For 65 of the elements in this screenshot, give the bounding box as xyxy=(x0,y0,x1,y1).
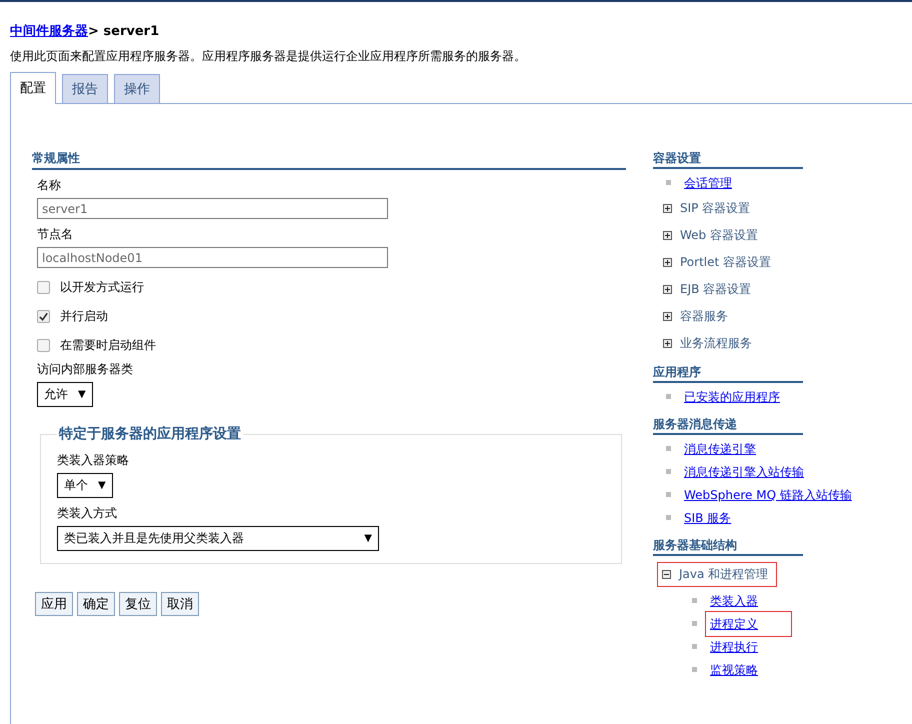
dropdown[interactable]: 类已装入并且是先使用父类装入器 ▼ xyxy=(57,526,379,551)
collapse-icon[interactable] xyxy=(662,570,671,579)
field-label: 访问内部服务器类 xyxy=(37,361,133,378)
expand-icon[interactable] xyxy=(663,204,672,213)
input-field[interactable]: localhostNode01 xyxy=(37,247,388,268)
field-label: 名称 xyxy=(37,177,61,194)
tab[interactable]: 操作 xyxy=(114,74,160,103)
tree-node[interactable]: 业务流程服务 xyxy=(657,333,758,354)
checkbox-label: 并行启动 xyxy=(60,308,108,325)
expand-icon[interactable] xyxy=(663,339,672,348)
form-button[interactable]: 应用 xyxy=(35,592,73,616)
tree-node[interactable]: SIP 容器设置 xyxy=(657,198,756,219)
tab[interactable]: 配置 xyxy=(10,72,56,104)
checkbox[interactable] xyxy=(37,310,50,323)
input-field[interactable]: server1 xyxy=(37,198,388,219)
tree-node[interactable]: Java 和进程管理 xyxy=(657,562,778,587)
bullet-icon xyxy=(666,394,671,400)
tree-node[interactable]: Web 容器设置 xyxy=(657,225,764,246)
checkbox-label: 以开发方式运行 xyxy=(60,279,144,296)
page-description: 使用此页面来配置应用程序服务器。应用程序服务器是提供运行企业应用程序所需服务的服务器。 xyxy=(10,48,527,65)
checkbox[interactable] xyxy=(37,281,50,294)
field-label: 类装入方式 xyxy=(57,505,117,522)
sidebar-heading: 服务器消息传递 xyxy=(653,416,803,435)
sidebar-link[interactable]: 已安装的应用程序 xyxy=(683,388,781,406)
sidebar-heading: 应用程序 xyxy=(653,364,803,383)
checkbox[interactable] xyxy=(37,339,50,352)
bullet-icon xyxy=(666,492,671,498)
group-title: 特定于服务器的应用程序设置 xyxy=(58,425,242,443)
expand-icon[interactable] xyxy=(663,231,672,240)
expand-icon[interactable] xyxy=(663,312,672,321)
sidebar-link[interactable]: WebSphere MQ 链路入站传输 xyxy=(683,486,853,504)
sidebar-heading: 容器设置 xyxy=(653,150,803,169)
breadcrumb-current: > server1 xyxy=(88,24,160,39)
tree-node[interactable]: 容器服务 xyxy=(657,306,734,327)
bullet-icon xyxy=(692,667,697,672)
sidebar-link[interactable]: SIB 服务 xyxy=(683,509,732,527)
form-button[interactable]: 确定 xyxy=(77,592,115,616)
sidebar-link[interactable]: 消息传递引擎 xyxy=(683,440,757,458)
form-button[interactable]: 取消 xyxy=(161,592,199,616)
field-label: 类装入器策略 xyxy=(57,452,129,469)
bullet-icon xyxy=(666,469,671,474)
tab[interactable]: 报告 xyxy=(62,74,108,103)
sidebar-link[interactable]: 会话管理 xyxy=(683,174,733,192)
bullet-icon xyxy=(666,446,671,452)
form-button[interactable]: 复位 xyxy=(119,592,157,616)
sidebar-link[interactable]: 进程执行 xyxy=(709,638,759,656)
section-title: 常规属性 xyxy=(32,150,626,170)
dropdown[interactable]: 允许 ▼ xyxy=(37,382,93,407)
bullet-icon xyxy=(692,644,697,650)
sidebar-link[interactable]: 监视策略 xyxy=(709,661,759,679)
tree-node[interactable]: EJB 容器设置 xyxy=(657,279,758,300)
checkbox-label: 在需要时启动组件 xyxy=(60,337,156,354)
tree-node[interactable]: Portlet 容器设置 xyxy=(657,252,778,273)
bullet-icon xyxy=(666,180,671,186)
expand-icon[interactable] xyxy=(663,285,672,294)
bullet-icon xyxy=(666,515,671,520)
sidebar-link[interactable]: 类装入器 xyxy=(709,592,759,610)
breadcrumb-link[interactable]: 中间件服务器 xyxy=(10,24,88,39)
expand-icon[interactable] xyxy=(663,258,672,267)
sidebar-heading: 服务器基础结构 xyxy=(653,537,803,556)
sidebar-link[interactable]: 消息传递引擎入站传输 xyxy=(683,463,805,481)
bullet-icon xyxy=(692,621,697,626)
field-label: 节点名 xyxy=(37,226,73,243)
bullet-icon xyxy=(692,598,697,604)
dropdown[interactable]: 单个 ▼ xyxy=(57,473,113,498)
